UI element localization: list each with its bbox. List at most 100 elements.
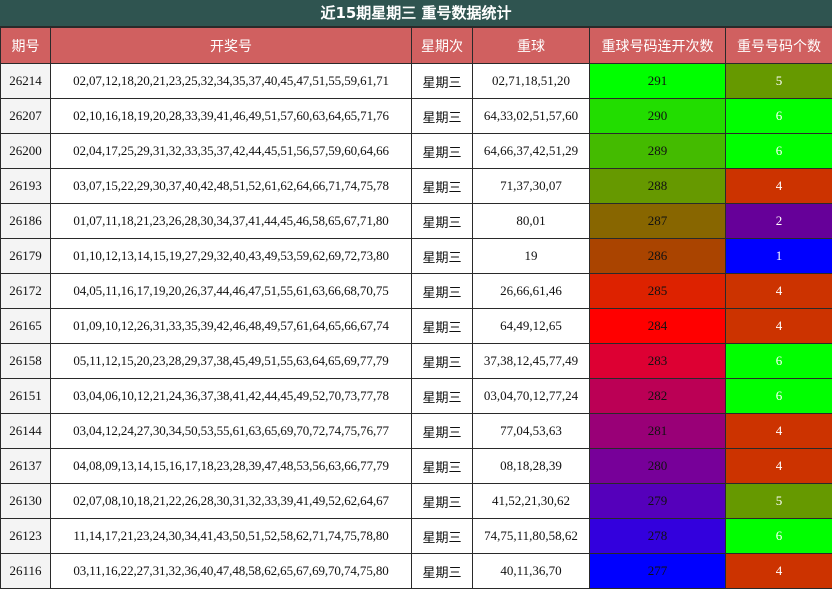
cell-repeat-count: 6: [725, 98, 832, 134]
cell-numbers: 04,05,11,16,17,19,20,26,37,44,46,47,51,5…: [50, 273, 412, 309]
stats-table: 期号 开奖号 星期次 重球 重球号码连开次数 重号号码个数 26214 02,07…: [0, 27, 832, 589]
table-row: 26172 04,05,11,16,17,19,20,26,37,44,46,47…: [0, 273, 832, 309]
cell-issue: 26172: [0, 273, 51, 309]
cell-repeat-count: 4: [725, 553, 832, 589]
cell-issue: 26193: [0, 168, 51, 204]
cell-numbers: 03,04,06,10,12,21,24,36,37,38,41,42,44,4…: [50, 378, 412, 414]
cell-issue: 26144: [0, 413, 51, 449]
cell-weekday: 星期三: [411, 63, 473, 99]
cell-weekday: 星期三: [411, 203, 473, 239]
cell-repeat: 08,18,28,39: [472, 448, 590, 484]
header-repeat-count: 重号号码个数: [725, 27, 832, 64]
cell-repeat: 71,37,30,07: [472, 168, 590, 204]
cell-repeat: 26,66,61,46: [472, 273, 590, 309]
cell-weekday: 星期三: [411, 483, 473, 519]
cell-numbers: 03,11,16,22,27,31,32,36,40,47,48,58,62,6…: [50, 553, 412, 589]
table-row: 26116 03,11,16,22,27,31,32,36,40,47,48,58…: [0, 553, 832, 589]
cell-repeat: 77,04,53,63: [472, 413, 590, 449]
cell-seq-count: 283: [589, 343, 726, 379]
cell-repeat: 74,75,11,80,58,62: [472, 518, 590, 554]
cell-repeat: 41,52,21,30,62: [472, 483, 590, 519]
table-body: 26214 02,07,12,18,20,21,23,25,32,34,35,37…: [0, 63, 832, 589]
cell-repeat-count: 5: [725, 63, 832, 99]
cell-seq-count: 285: [589, 273, 726, 309]
cell-numbers: 02,07,12,18,20,21,23,25,32,34,35,37,40,4…: [50, 63, 412, 99]
cell-seq-count: 280: [589, 448, 726, 484]
cell-numbers: 11,14,17,21,23,24,30,34,41,43,50,51,52,5…: [50, 518, 412, 554]
table-row: 26193 03,07,15,22,29,30,37,40,42,48,51,52…: [0, 168, 832, 204]
cell-weekday: 星期三: [411, 378, 473, 414]
header-seq-count: 重球号码连开次数: [589, 27, 726, 64]
table-row: 26130 02,07,08,10,18,21,22,26,28,30,31,32…: [0, 483, 832, 519]
cell-repeat: 19: [472, 238, 590, 274]
table-row: 26123 11,14,17,21,23,24,30,34,41,43,50,51…: [0, 518, 832, 554]
cell-repeat-count: 1: [725, 238, 832, 274]
cell-repeat: 37,38,12,45,77,49: [472, 343, 590, 379]
cell-weekday: 星期三: [411, 413, 473, 449]
cell-numbers: 02,10,16,18,19,20,28,33,39,41,46,49,51,5…: [50, 98, 412, 134]
cell-seq-count: 287: [589, 203, 726, 239]
cell-numbers: 01,09,10,12,26,31,33,35,39,42,46,48,49,5…: [50, 308, 412, 344]
cell-weekday: 星期三: [411, 553, 473, 589]
stats-panel: 近15期星期三 重号数据统计 期号 开奖号 星期次 重球 重球号码连开次数 重号…: [0, 0, 832, 589]
cell-weekday: 星期三: [411, 448, 473, 484]
cell-repeat-count: 4: [725, 273, 832, 309]
cell-seq-count: 278: [589, 518, 726, 554]
cell-issue: 26116: [0, 553, 51, 589]
header-issue: 期号: [0, 27, 51, 64]
cell-numbers: 05,11,12,15,20,23,28,29,37,38,45,49,51,5…: [50, 343, 412, 379]
cell-weekday: 星期三: [411, 168, 473, 204]
header-repeat: 重球: [472, 27, 590, 64]
cell-repeat-count: 4: [725, 168, 832, 204]
cell-repeat-count: 2: [725, 203, 832, 239]
cell-issue: 26151: [0, 378, 51, 414]
cell-weekday: 星期三: [411, 133, 473, 169]
cell-weekday: 星期三: [411, 273, 473, 309]
cell-seq-count: 288: [589, 168, 726, 204]
cell-repeat-count: 6: [725, 518, 832, 554]
cell-repeat: 64,66,37,42,51,29: [472, 133, 590, 169]
cell-seq-count: 290: [589, 98, 726, 134]
cell-repeat-count: 6: [725, 133, 832, 169]
cell-repeat: 80,01: [472, 203, 590, 239]
cell-seq-count: 279: [589, 483, 726, 519]
cell-seq-count: 277: [589, 553, 726, 589]
cell-repeat: 03,04,70,12,77,24: [472, 378, 590, 414]
cell-repeat-count: 4: [725, 413, 832, 449]
cell-issue: 26158: [0, 343, 51, 379]
cell-numbers: 01,07,11,18,21,23,26,28,30,34,37,41,44,4…: [50, 203, 412, 239]
table-row: 26200 02,04,17,25,29,31,32,33,35,37,42,44…: [0, 133, 832, 169]
cell-issue: 26214: [0, 63, 51, 99]
cell-repeat-count: 6: [725, 378, 832, 414]
cell-issue: 26179: [0, 238, 51, 274]
header-weekday: 星期次: [411, 27, 473, 64]
table-row: 26207 02,10,16,18,19,20,28,33,39,41,46,49…: [0, 98, 832, 134]
cell-repeat: 64,49,12,65: [472, 308, 590, 344]
table-row: 26214 02,07,12,18,20,21,23,25,32,34,35,37…: [0, 63, 832, 99]
cell-weekday: 星期三: [411, 98, 473, 134]
table-row: 26165 01,09,10,12,26,31,33,35,39,42,46,48…: [0, 308, 832, 344]
cell-repeat-count: 4: [725, 308, 832, 344]
page-title: 近15期星期三 重号数据统计: [0, 0, 832, 26]
cell-numbers: 03,04,12,24,27,30,34,50,53,55,61,63,65,6…: [50, 413, 412, 449]
cell-weekday: 星期三: [411, 343, 473, 379]
cell-issue: 26130: [0, 483, 51, 519]
cell-issue: 26165: [0, 308, 51, 344]
cell-issue: 26137: [0, 448, 51, 484]
cell-seq-count: 282: [589, 378, 726, 414]
cell-repeat: 64,33,02,51,57,60: [472, 98, 590, 134]
table-row: 26179 01,10,12,13,14,15,19,27,29,32,40,43…: [0, 238, 832, 274]
cell-numbers: 04,08,09,13,14,15,16,17,18,23,28,39,47,4…: [50, 448, 412, 484]
table-row: 26144 03,04,12,24,27,30,34,50,53,55,61,63…: [0, 413, 832, 449]
cell-repeat: 40,11,36,70: [472, 553, 590, 589]
cell-weekday: 星期三: [411, 308, 473, 344]
cell-repeat: 02,71,18,51,20: [472, 63, 590, 99]
cell-repeat-count: 6: [725, 343, 832, 379]
cell-issue: 26200: [0, 133, 51, 169]
cell-seq-count: 286: [589, 238, 726, 274]
cell-numbers: 03,07,15,22,29,30,37,40,42,48,51,52,61,6…: [50, 168, 412, 204]
cell-numbers: 02,04,17,25,29,31,32,33,35,37,42,44,45,5…: [50, 133, 412, 169]
header-row: 期号 开奖号 星期次 重球 重球号码连开次数 重号号码个数: [0, 27, 832, 64]
table-row: 26151 03,04,06,10,12,21,24,36,37,38,41,42…: [0, 378, 832, 414]
cell-issue: 26186: [0, 203, 51, 239]
